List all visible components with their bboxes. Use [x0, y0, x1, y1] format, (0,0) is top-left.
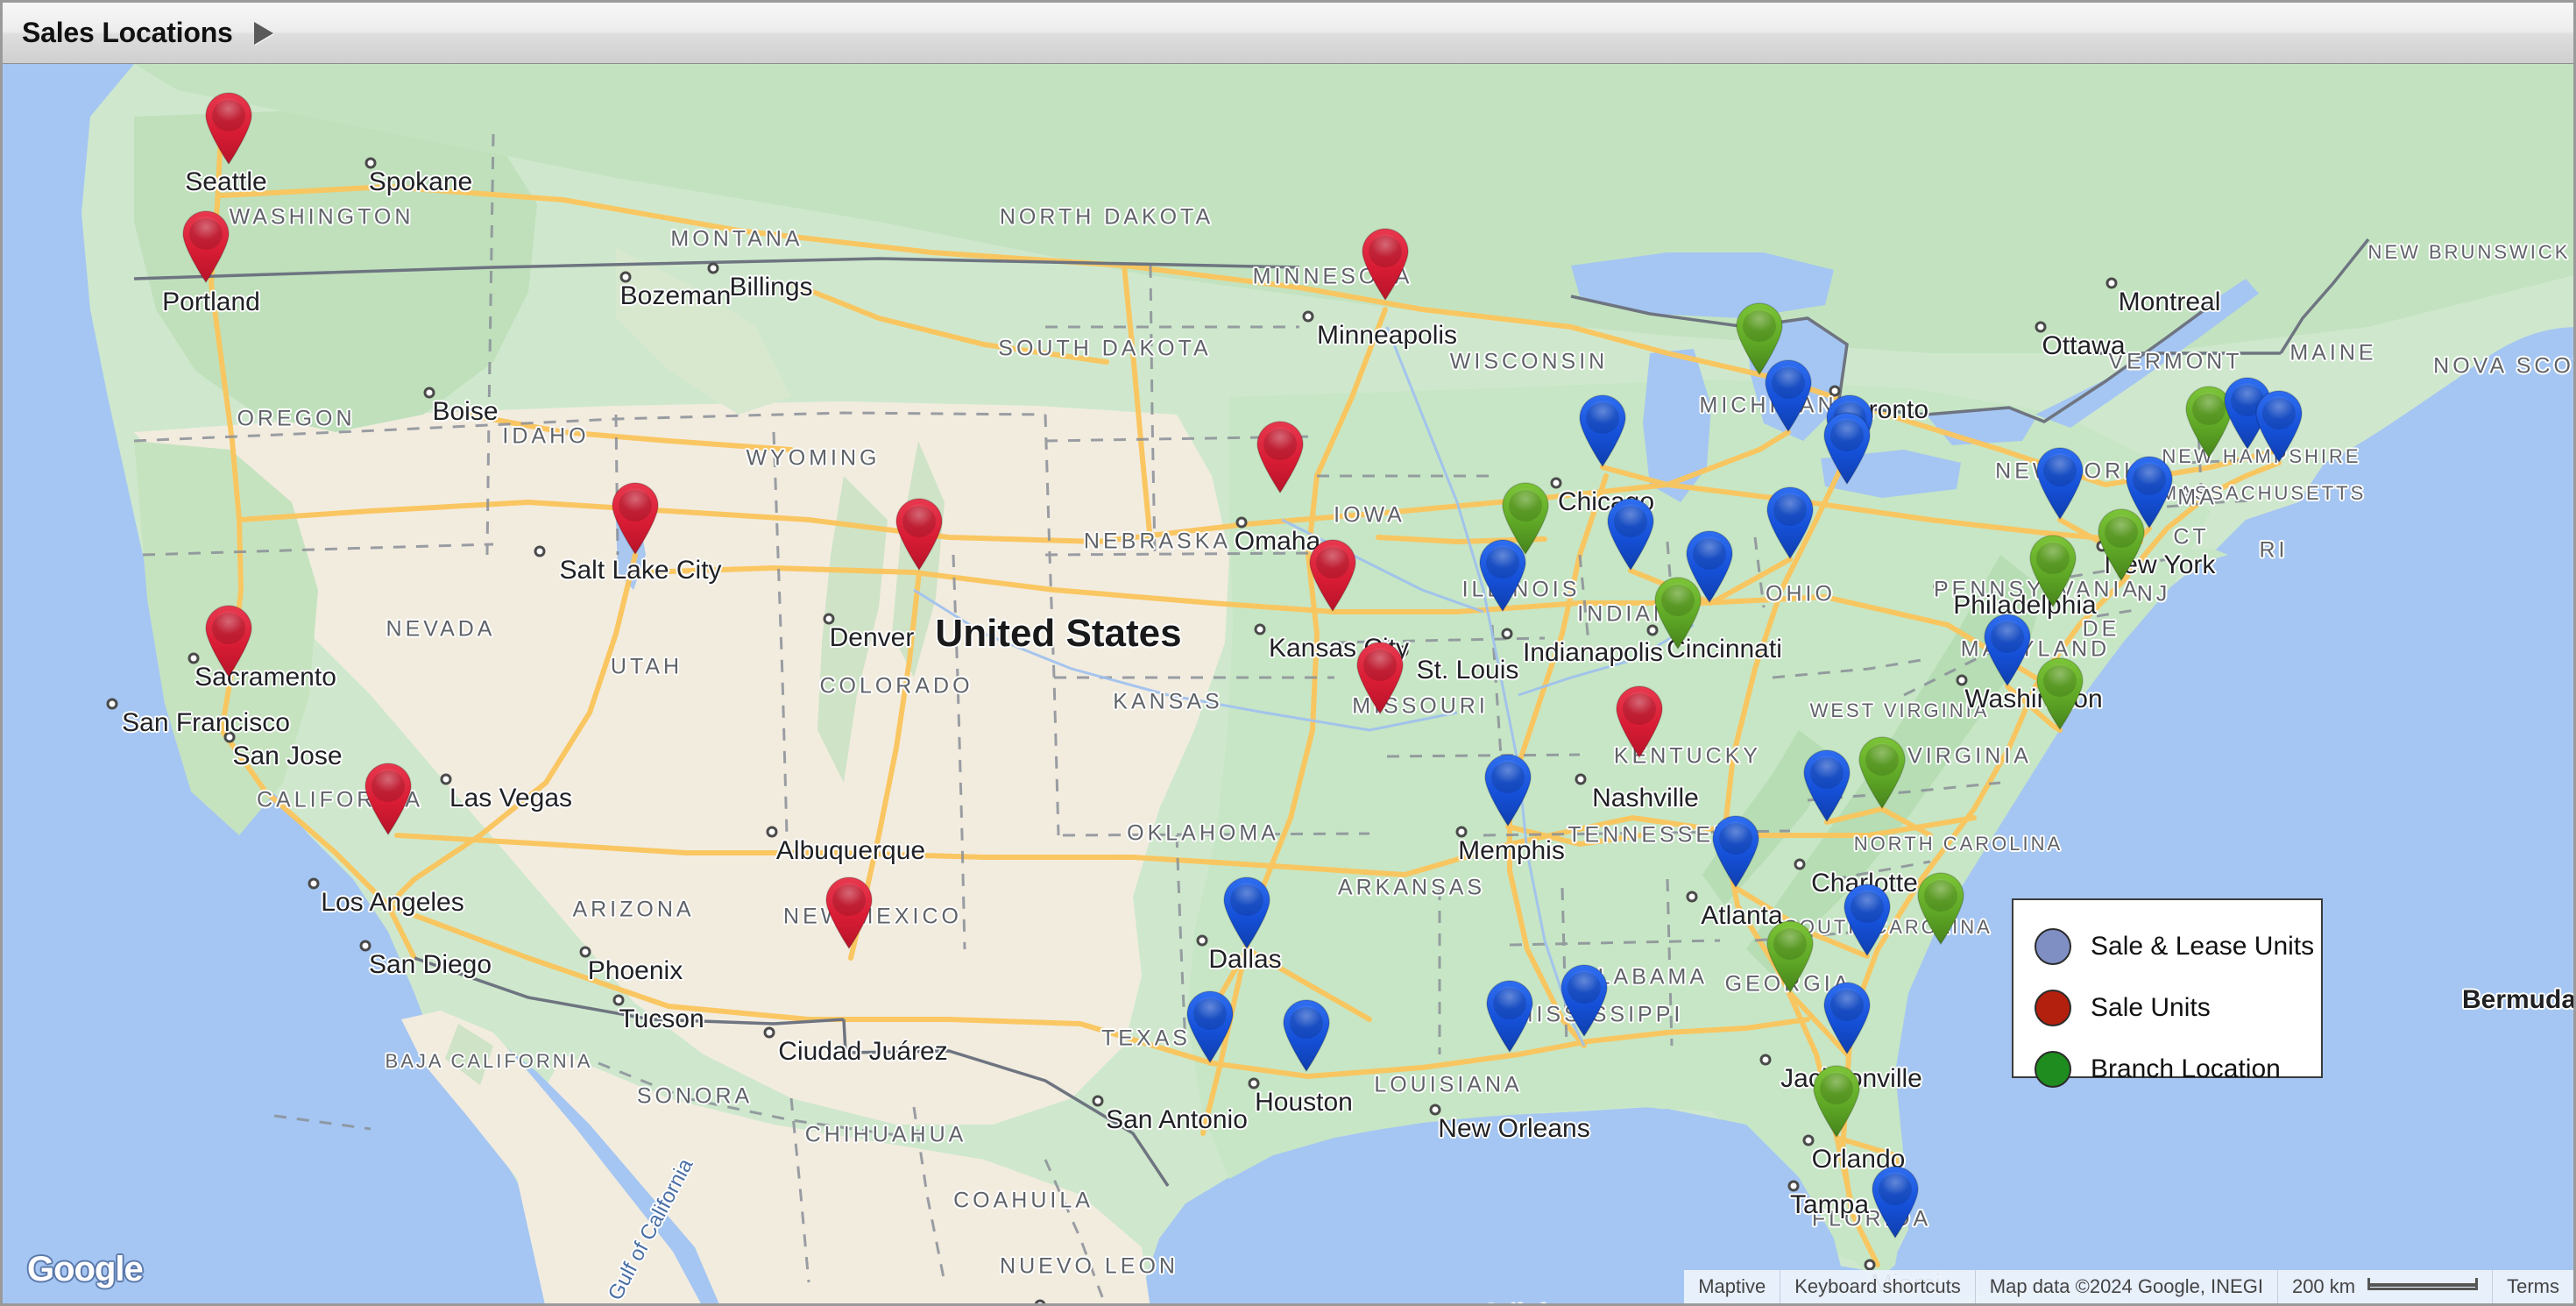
- map-marker-sale[interactable]: [891, 495, 947, 571]
- map-marker-branch[interactable]: [1854, 734, 1910, 809]
- map-marker-sale[interactable]: [1357, 225, 1413, 301]
- legend-row: Branch Location: [2035, 1039, 2321, 1100]
- map-legend: Sale & Lease Units Sale Units Branch Locat…: [2012, 898, 2323, 1088]
- map-attribution-bar: Maptive Keyboard shortcuts Map data ©202…: [1684, 1270, 2573, 1303]
- map-marker-branch[interactable]: [1913, 869, 1969, 945]
- map-marker-sale-lease[interactable]: [1219, 874, 1275, 949]
- map-marker-sale-lease[interactable]: [1799, 747, 1855, 822]
- map-data-credit: Map data ©2024 Google, INEGI: [1974, 1270, 2277, 1303]
- keyboard-shortcuts-button[interactable]: Keyboard shortcuts: [1780, 1270, 1975, 1303]
- map-marker-sale-lease[interactable]: [1819, 979, 1875, 1054]
- legend-circle-swatch: [2035, 928, 2071, 965]
- map-application: Sales Locations United States WASHINGTON…: [0, 0, 2576, 1306]
- map-marker-sale-lease[interactable]: [1979, 611, 2035, 686]
- legend-circle-swatch: [2035, 1051, 2071, 1088]
- map-canvas[interactable]: United States WASHINGTON OREGON IDAHO MONTAN…: [3, 64, 2573, 1303]
- map-marker-branch[interactable]: [1808, 1062, 1865, 1138]
- map-marker-branch[interactable]: [1731, 300, 1787, 375]
- map-marker-sale[interactable]: [201, 602, 257, 678]
- google-logo: Google: [27, 1250, 144, 1288]
- map-marker-sale-lease[interactable]: [1839, 881, 1895, 956]
- page-title: Sales Locations: [22, 17, 233, 48]
- map-marker-sale-lease[interactable]: [1867, 1163, 1923, 1239]
- map-marker-sale-lease[interactable]: [1708, 813, 1764, 888]
- map-marker-sale[interactable]: [178, 208, 234, 283]
- map-basemap: [3, 64, 2573, 1303]
- map-marker-branch[interactable]: [1762, 918, 1818, 993]
- app-header: Sales Locations: [3, 3, 2573, 64]
- map-marker-sale[interactable]: [1611, 683, 1667, 758]
- legend-circle-swatch: [2035, 990, 2071, 1026]
- map-marker-sale-lease[interactable]: [1575, 392, 1631, 467]
- map-marker-sale[interactable]: [1305, 536, 1361, 612]
- scale-bar-icon: [2367, 1278, 2479, 1290]
- legend-label: Branch Location: [2091, 1054, 2281, 1083]
- map-marker-branch[interactable]: [2032, 655, 2088, 730]
- map-marker-sale-lease[interactable]: [1556, 962, 1612, 1037]
- legend-label: Sale Units: [2091, 993, 2211, 1022]
- map-marker-sale-lease[interactable]: [1762, 484, 1818, 559]
- legend-label: Sale & Lease Units: [2091, 932, 2315, 961]
- map-marker-sale[interactable]: [360, 760, 416, 835]
- map-marker-branch[interactable]: [1497, 479, 1553, 555]
- terms-link[interactable]: Terms: [2492, 1270, 2573, 1303]
- map-marker-sale-lease[interactable]: [1480, 751, 1536, 827]
- map-marker-sale-lease[interactable]: [2251, 387, 2307, 463]
- map-marker-sale[interactable]: [1252, 418, 1308, 493]
- scale-label: 200 km: [2291, 1275, 2356, 1297]
- map-marker-sale[interactable]: [607, 479, 663, 555]
- map-marker-sale-lease[interactable]: [1482, 977, 1538, 1053]
- map-scale: 200 km: [2276, 1270, 2492, 1303]
- attribution-provider[interactable]: Maptive: [1684, 1270, 1780, 1303]
- map-marker-branch[interactable]: [1650, 574, 1706, 649]
- map-marker-sale[interactable]: [821, 874, 877, 949]
- play-triangle-icon[interactable]: [253, 21, 273, 45]
- legend-row: Sale & Lease Units: [2035, 916, 2321, 977]
- map-marker-sale[interactable]: [201, 89, 257, 165]
- map-marker-sale-lease[interactable]: [1182, 988, 1238, 1063]
- map-marker-sale-lease[interactable]: [1603, 495, 1659, 571]
- map-marker-branch[interactable]: [2025, 532, 2081, 607]
- map-marker-sale[interactable]: [1352, 639, 1408, 714]
- map-marker-sale-lease[interactable]: [1278, 997, 1334, 1072]
- map-marker-sale-lease[interactable]: [2032, 444, 2088, 520]
- map-marker-sale-lease[interactable]: [1819, 409, 1875, 485]
- map-marker-branch[interactable]: [2093, 506, 2149, 581]
- legend-row: Sale Units: [2035, 977, 2321, 1039]
